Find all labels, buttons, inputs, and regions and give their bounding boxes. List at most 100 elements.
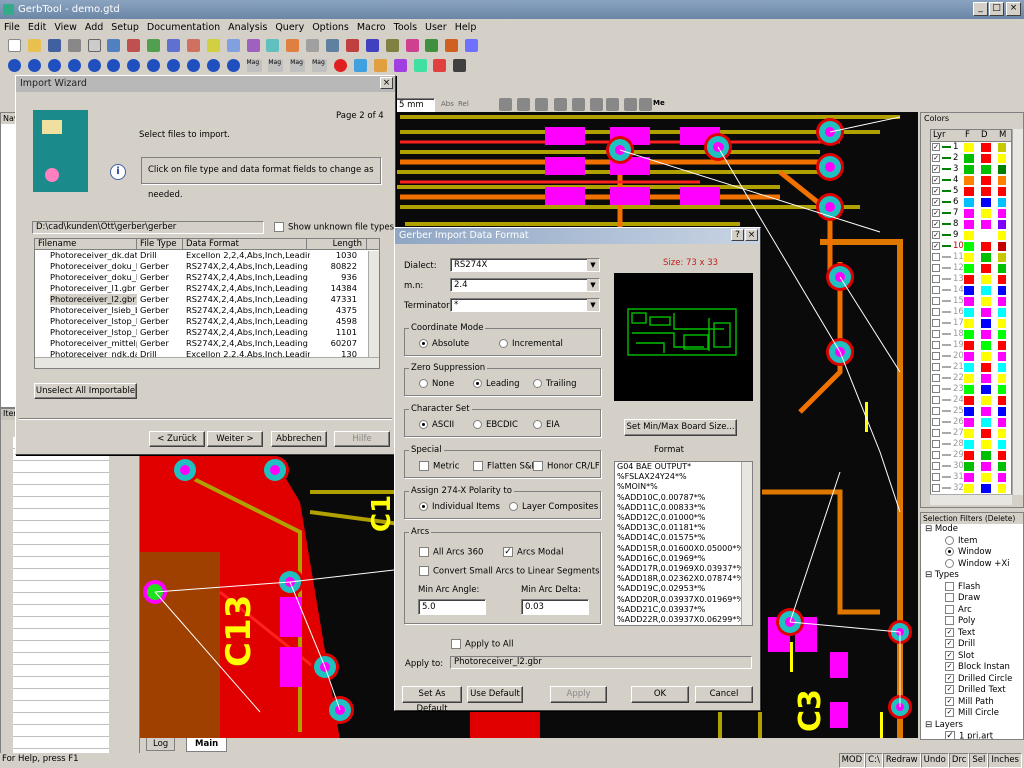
layer-row[interactable]: 21 — [931, 362, 1011, 373]
layer-row[interactable]: 23 — [931, 384, 1011, 395]
ebcdic-radio[interactable]: EBCDIC — [473, 420, 518, 430]
incremental-radio[interactable]: Incremental — [499, 339, 563, 349]
pan6-icon[interactable] — [453, 59, 467, 72]
tool8-icon[interactable] — [445, 39, 459, 52]
layer-draw-color[interactable] — [981, 187, 991, 196]
new-icon[interactable] — [8, 39, 21, 52]
layer-draw-color[interactable] — [981, 429, 991, 438]
layer-row[interactable]: 15 — [931, 296, 1011, 307]
drc3-icon[interactable] — [47, 59, 61, 72]
import-wizard-close-button[interactable]: × — [380, 77, 393, 89]
layer-flash-color[interactable] — [964, 352, 974, 361]
layer-row[interactable]: 20 — [931, 351, 1011, 362]
menu-macro[interactable]: Macro — [353, 19, 390, 36]
arcs-modal-checkbox[interactable]: ✓ Arcs Modal — [503, 547, 563, 558]
eia-radio[interactable]: EIA — [533, 420, 560, 430]
row-filetype[interactable]: Gerber — [140, 327, 182, 338]
layer-draw-color[interactable] — [981, 319, 991, 328]
type-filter-item[interactable]: Draw — [925, 593, 1023, 605]
layer-visible-checkbox[interactable] — [932, 253, 940, 261]
layer-mill-color[interactable] — [998, 473, 1006, 482]
row-filetype[interactable]: Gerber — [140, 294, 182, 305]
cancel-wizard-button[interactable]: Abbrechen — [271, 431, 327, 447]
file-table-vscroll[interactable] — [368, 251, 379, 357]
layer-draw-color[interactable] — [981, 341, 991, 350]
menu-options[interactable]: Options — [308, 19, 353, 36]
tool-icon[interactable] — [306, 39, 320, 52]
layer-visible-checkbox[interactable] — [932, 451, 940, 459]
next-button[interactable]: Weiter > — [207, 431, 263, 447]
type-filter-item[interactable]: ✓ Text — [925, 627, 1023, 640]
layer-flash-color[interactable] — [964, 418, 974, 427]
layer-flash-color[interactable] — [964, 385, 974, 394]
layer-row[interactable]: 11 — [931, 252, 1011, 263]
layer-flash-color[interactable] — [964, 253, 974, 262]
mode-window-x[interactable]: Window +Xi — [925, 558, 1023, 571]
type-filter-item[interactable]: ✓ Block Instan — [925, 662, 1023, 674]
row-dataformat[interactable]: RS274X,2,4,Abs,Inch,Leading — [186, 327, 310, 338]
rel-button[interactable]: Rel — [458, 100, 469, 108]
layer-visible-checkbox[interactable]: ✓ — [932, 176, 940, 184]
maximize-button[interactable]: □ — [989, 2, 1004, 16]
tool3-icon[interactable] — [345, 39, 359, 52]
layer2-icon[interactable] — [127, 39, 141, 52]
drc5-icon[interactable] — [87, 59, 101, 72]
min-arc-angle-input[interactable]: 5.0 — [418, 599, 486, 615]
layer-visible-checkbox[interactable]: ✓ — [932, 198, 940, 206]
arc-tool-icon[interactable] — [499, 98, 512, 111]
layer-draw-color[interactable] — [981, 396, 991, 405]
layer-visible-checkbox[interactable]: ✓ — [932, 187, 940, 195]
row-filetype[interactable]: Gerber — [140, 261, 182, 272]
layer-draw-color[interactable] — [981, 385, 991, 394]
layer-row[interactable]: ✓ 1 — [931, 142, 1011, 153]
save-icon[interactable] — [47, 39, 61, 52]
layer-draw-color[interactable] — [981, 253, 991, 262]
type-filter-item[interactable]: ✓ Drilled Circle — [925, 673, 1023, 686]
layer-draw-color[interactable] — [981, 440, 991, 449]
row-filetype[interactable]: Gerber — [140, 338, 182, 349]
layer-visible-checkbox[interactable]: ✓ — [932, 143, 940, 151]
pan3-icon[interactable] — [393, 59, 407, 72]
layer-mill-color[interactable] — [998, 154, 1006, 163]
layer-mill-color[interactable] — [998, 440, 1006, 449]
drc6-icon[interactable] — [107, 59, 121, 72]
type-filter-item[interactable]: ✓ Drill — [925, 639, 1023, 651]
ruler-tool-icon[interactable] — [572, 98, 585, 111]
unit-field[interactable]: 5 mm — [395, 98, 435, 112]
menu-documentation[interactable]: Documentation — [143, 19, 224, 36]
tool9-icon[interactable] — [465, 39, 479, 52]
undo-icon[interactable] — [167, 39, 180, 52]
drc12-icon[interactable] — [226, 59, 240, 72]
drc2-icon[interactable] — [27, 59, 41, 72]
col-filename[interactable]: Filename — [35, 239, 137, 250]
dialect-select[interactable]: RS274X ▼ — [450, 258, 600, 272]
layer-flash-color[interactable] — [964, 407, 974, 416]
layer-row[interactable]: 27 — [931, 428, 1011, 439]
layer-draw-color[interactable] — [981, 363, 991, 372]
layer-flash-color[interactable] — [964, 231, 974, 240]
layer-draw-color[interactable] — [981, 209, 991, 218]
layer-visible-checkbox[interactable]: ✓ — [932, 154, 940, 162]
apply-button[interactable]: Apply — [550, 686, 607, 703]
layer-mill-color[interactable] — [998, 484, 1006, 493]
honor-crlf-checkbox[interactable]: Honor CR/LF — [533, 461, 600, 472]
layer-visible-checkbox[interactable]: ✓ — [932, 220, 940, 228]
layer-visible-checkbox[interactable] — [932, 264, 940, 272]
layer-flash-color[interactable] — [964, 154, 974, 163]
individual-items-radio[interactable]: Individual Items — [419, 502, 500, 512]
layer-draw-color[interactable] — [981, 220, 991, 229]
type-filter-item[interactable]: Poly — [925, 616, 1023, 628]
layer-row[interactable]: 17 — [931, 318, 1011, 329]
layer-flash-color[interactable] — [964, 198, 974, 207]
layer-draw-color[interactable] — [981, 330, 991, 339]
zoom-tool-icon[interactable] — [554, 98, 567, 111]
row-filetype[interactable]: Gerber — [140, 272, 182, 283]
menu-tools[interactable]: Tools — [390, 19, 421, 36]
drc9-icon[interactable] — [167, 59, 180, 72]
format-textarea[interactable]: G04 BAE OUTPUT* %FSLAX24Y24*% %MOIN*% %ADD1… — [614, 461, 753, 626]
layer-visible-checkbox[interactable] — [932, 429, 940, 437]
layer-row[interactable]: 26 — [931, 417, 1011, 428]
layer-flash-color[interactable] — [964, 451, 974, 460]
types-node[interactable]: ⊟ Types — [925, 570, 1023, 582]
print-icon[interactable] — [67, 39, 81, 52]
